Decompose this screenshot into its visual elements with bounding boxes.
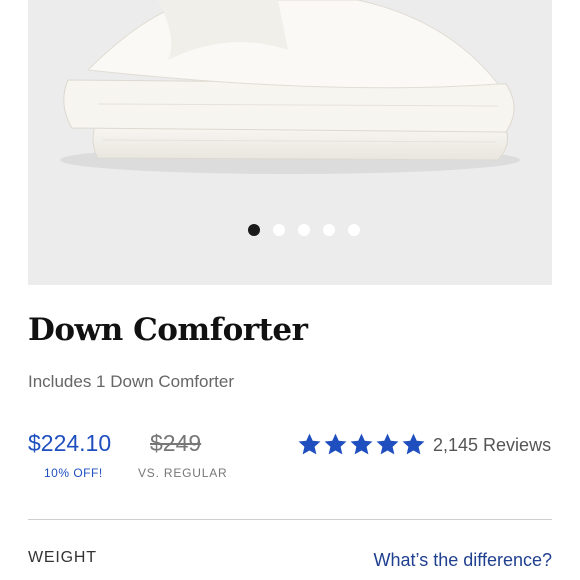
carousel-dot-3[interactable] — [298, 224, 310, 236]
star-icon — [298, 433, 321, 455]
product-includes: Includes 1 Down Comforter — [28, 372, 234, 391]
rating-stars[interactable] — [297, 432, 426, 457]
star-icon — [324, 433, 347, 455]
star-icon — [402, 433, 425, 455]
whats-the-difference-link[interactable]: What’s the difference? — [374, 550, 552, 571]
comforter-image — [60, 0, 520, 174]
product-title: Down Comforter — [28, 312, 308, 348]
discount-badge: 10% OFF! — [44, 466, 103, 480]
regular-price: $249 — [150, 430, 202, 456]
star-icon — [376, 433, 399, 455]
carousel-dots — [28, 224, 552, 236]
sale-price: $224.10 — [28, 430, 112, 456]
product-image-carousel[interactable] — [28, 0, 552, 285]
carousel-dot-5[interactable] — [348, 224, 360, 236]
divider — [28, 519, 552, 520]
weight-option-label: WEIGHT — [28, 549, 97, 566]
regular-price-label: VS. REGULAR — [138, 466, 228, 480]
carousel-dot-4[interactable] — [323, 224, 335, 236]
reviews-link[interactable]: 2,145 Reviews — [433, 435, 551, 456]
carousel-dot-2[interactable] — [273, 224, 285, 236]
star-icon — [350, 433, 373, 455]
carousel-dot-1[interactable] — [248, 224, 260, 236]
